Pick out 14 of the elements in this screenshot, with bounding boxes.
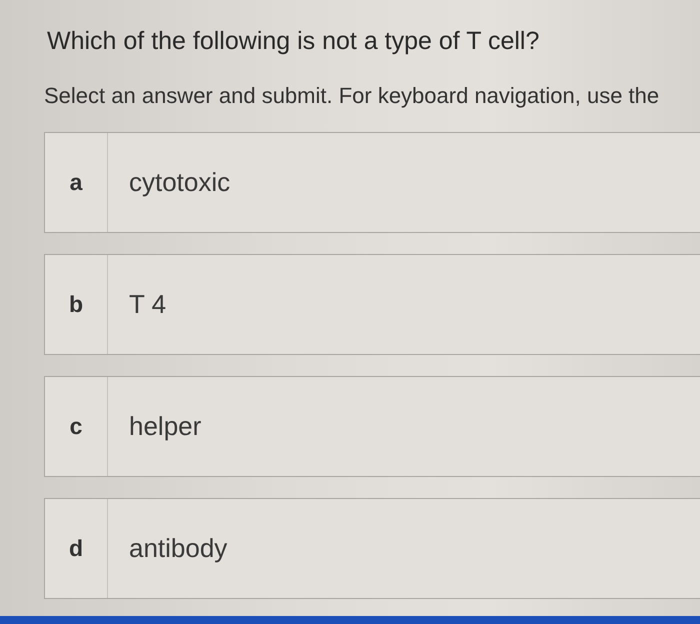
instruction-text: Select an answer and submit. For keyboard navigation, use the	[44, 83, 660, 109]
answer-option[interactable]: a cytotoxic	[44, 132, 700, 233]
option-letter: b	[45, 255, 108, 354]
option-text: antibody	[129, 533, 228, 564]
option-text: T 4	[129, 289, 166, 320]
option-text: helper	[129, 411, 202, 442]
answer-option[interactable]: c helper	[44, 376, 700, 477]
option-text: cytotoxic	[129, 167, 230, 198]
answer-option[interactable]: b T 4	[44, 254, 700, 355]
question-text: Which of the following is not a type of T cell?	[47, 26, 540, 56]
option-letter: a	[45, 133, 108, 232]
option-letter: d	[45, 499, 108, 598]
option-letter: c	[45, 377, 108, 476]
answer-option[interactable]: d antibody	[44, 498, 700, 599]
